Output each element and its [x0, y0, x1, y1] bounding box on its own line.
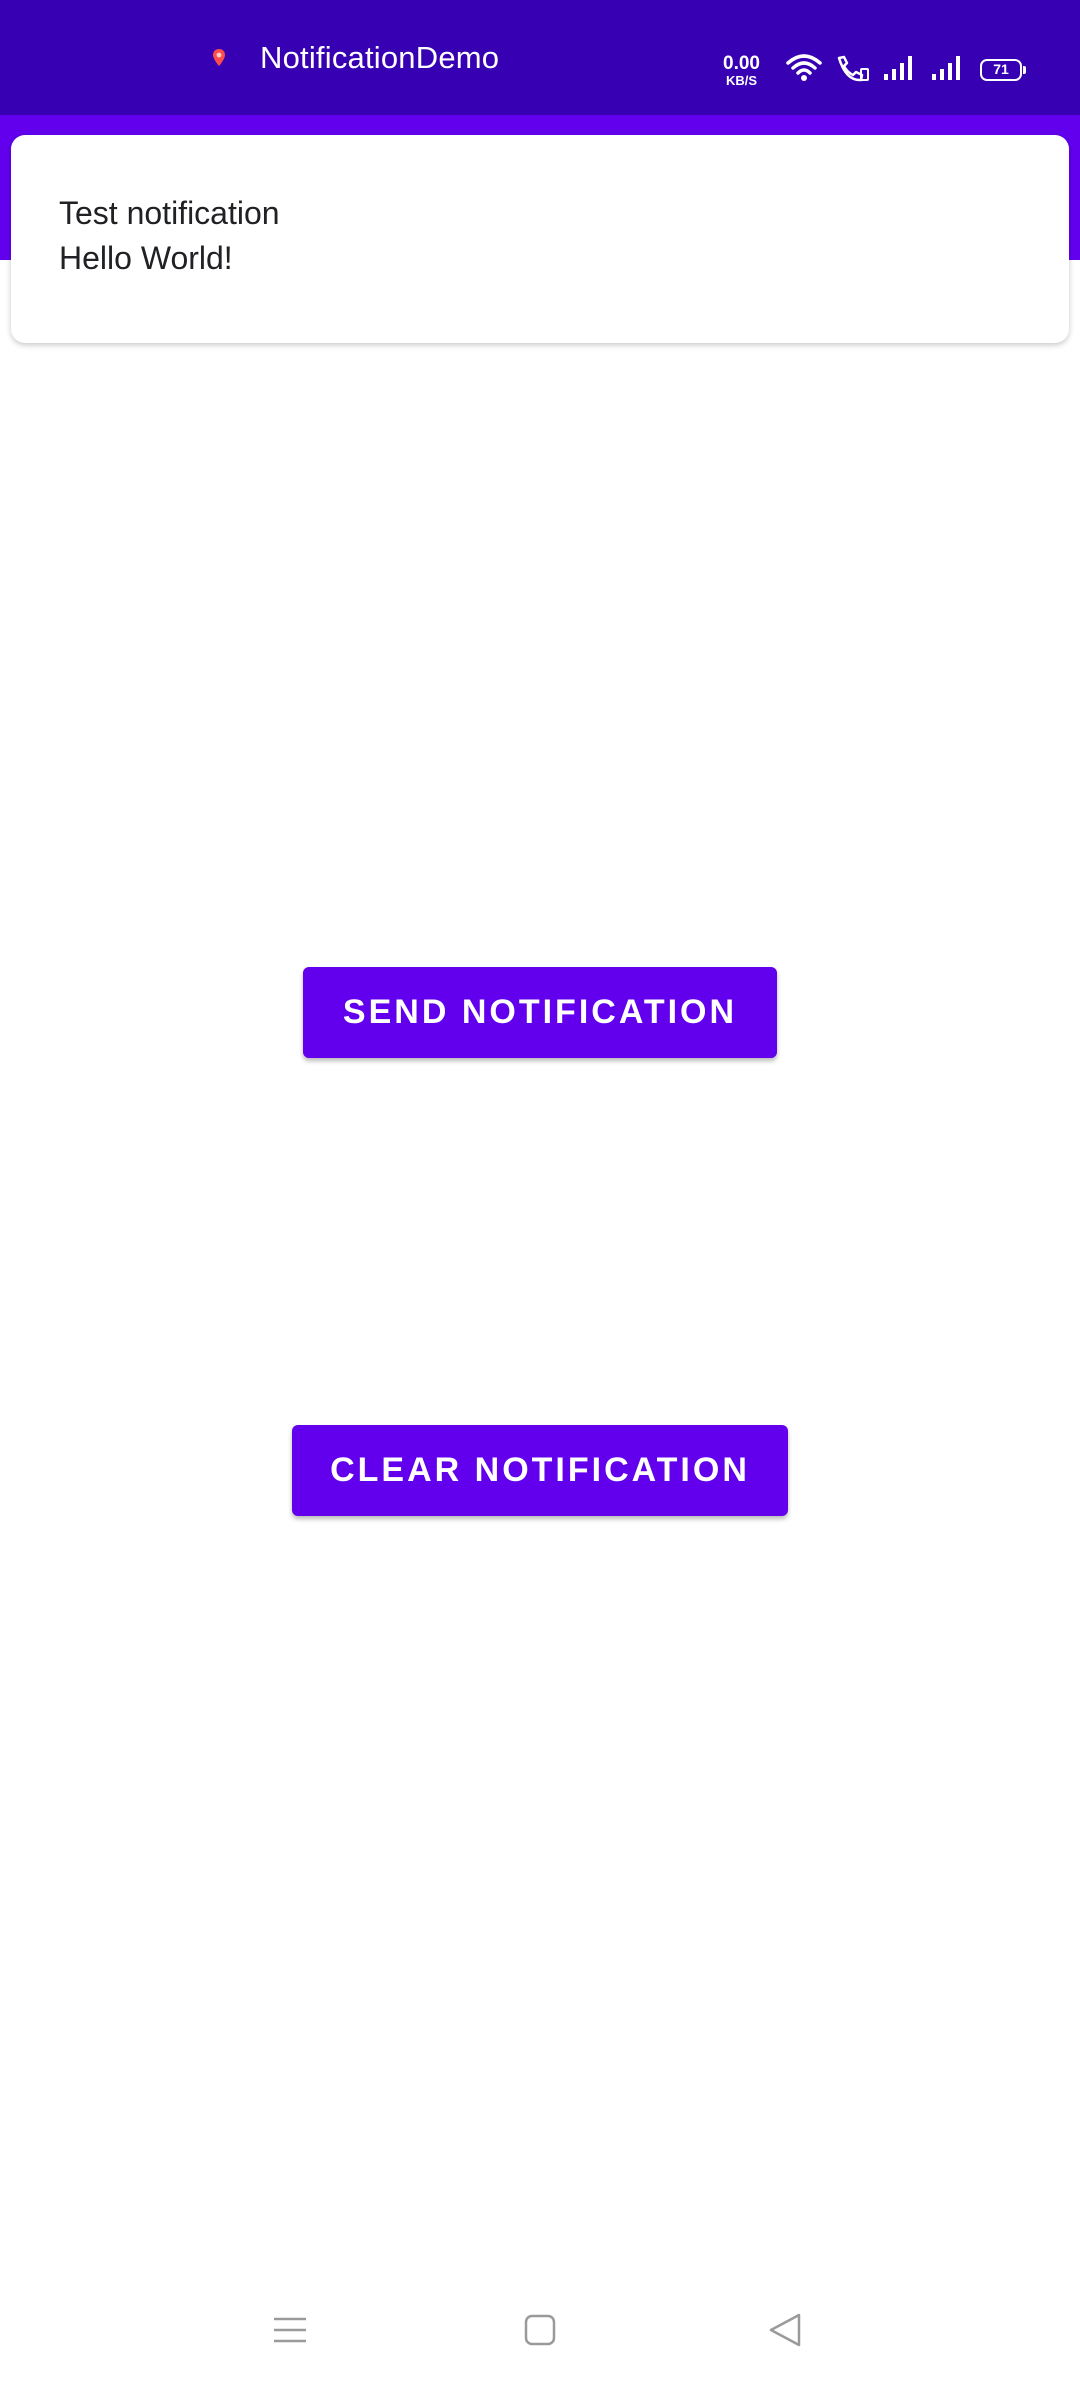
- send-notification-button[interactable]: SEND NOTIFICATION: [303, 967, 777, 1058]
- notification-title: Test notification: [59, 195, 280, 231]
- network-speed-unit: KB/S: [725, 72, 758, 88]
- signal-strength-icon: [882, 54, 918, 87]
- signal-strength-icon-2: [930, 54, 966, 87]
- network-speed-value: 0.00: [723, 52, 760, 74]
- wifi-icon: [786, 53, 822, 88]
- menu-icon[interactable]: [260, 2300, 320, 2360]
- notification-text: Hello World!: [59, 240, 233, 276]
- wifi-calling-icon: [834, 53, 870, 88]
- status-icons: 0.00 KB/S 71: [723, 50, 1026, 90]
- network-speed: 0.00 KB/S: [723, 54, 760, 87]
- back-icon[interactable]: [755, 2300, 815, 2360]
- status-bar: NotificationDemo 0.00 KB/S 71: [0, 0, 1080, 115]
- clear-notification-button[interactable]: CLEAR NOTIFICATION: [292, 1425, 788, 1516]
- notification-card[interactable]: Test notification Hello World!: [11, 135, 1069, 343]
- battery-level: 71: [993, 61, 1009, 77]
- navigation-bar: [0, 2270, 1080, 2400]
- notification-app-title: NotificationDemo: [260, 40, 500, 75]
- battery-icon: 71: [980, 59, 1026, 81]
- app-screen: NotificationDemo 0.00 KB/S 71 Test notif…: [0, 0, 1080, 2400]
- home-icon[interactable]: [510, 2300, 570, 2360]
- location-pin-icon: [208, 47, 230, 69]
- status-left: NotificationDemo: [208, 36, 499, 80]
